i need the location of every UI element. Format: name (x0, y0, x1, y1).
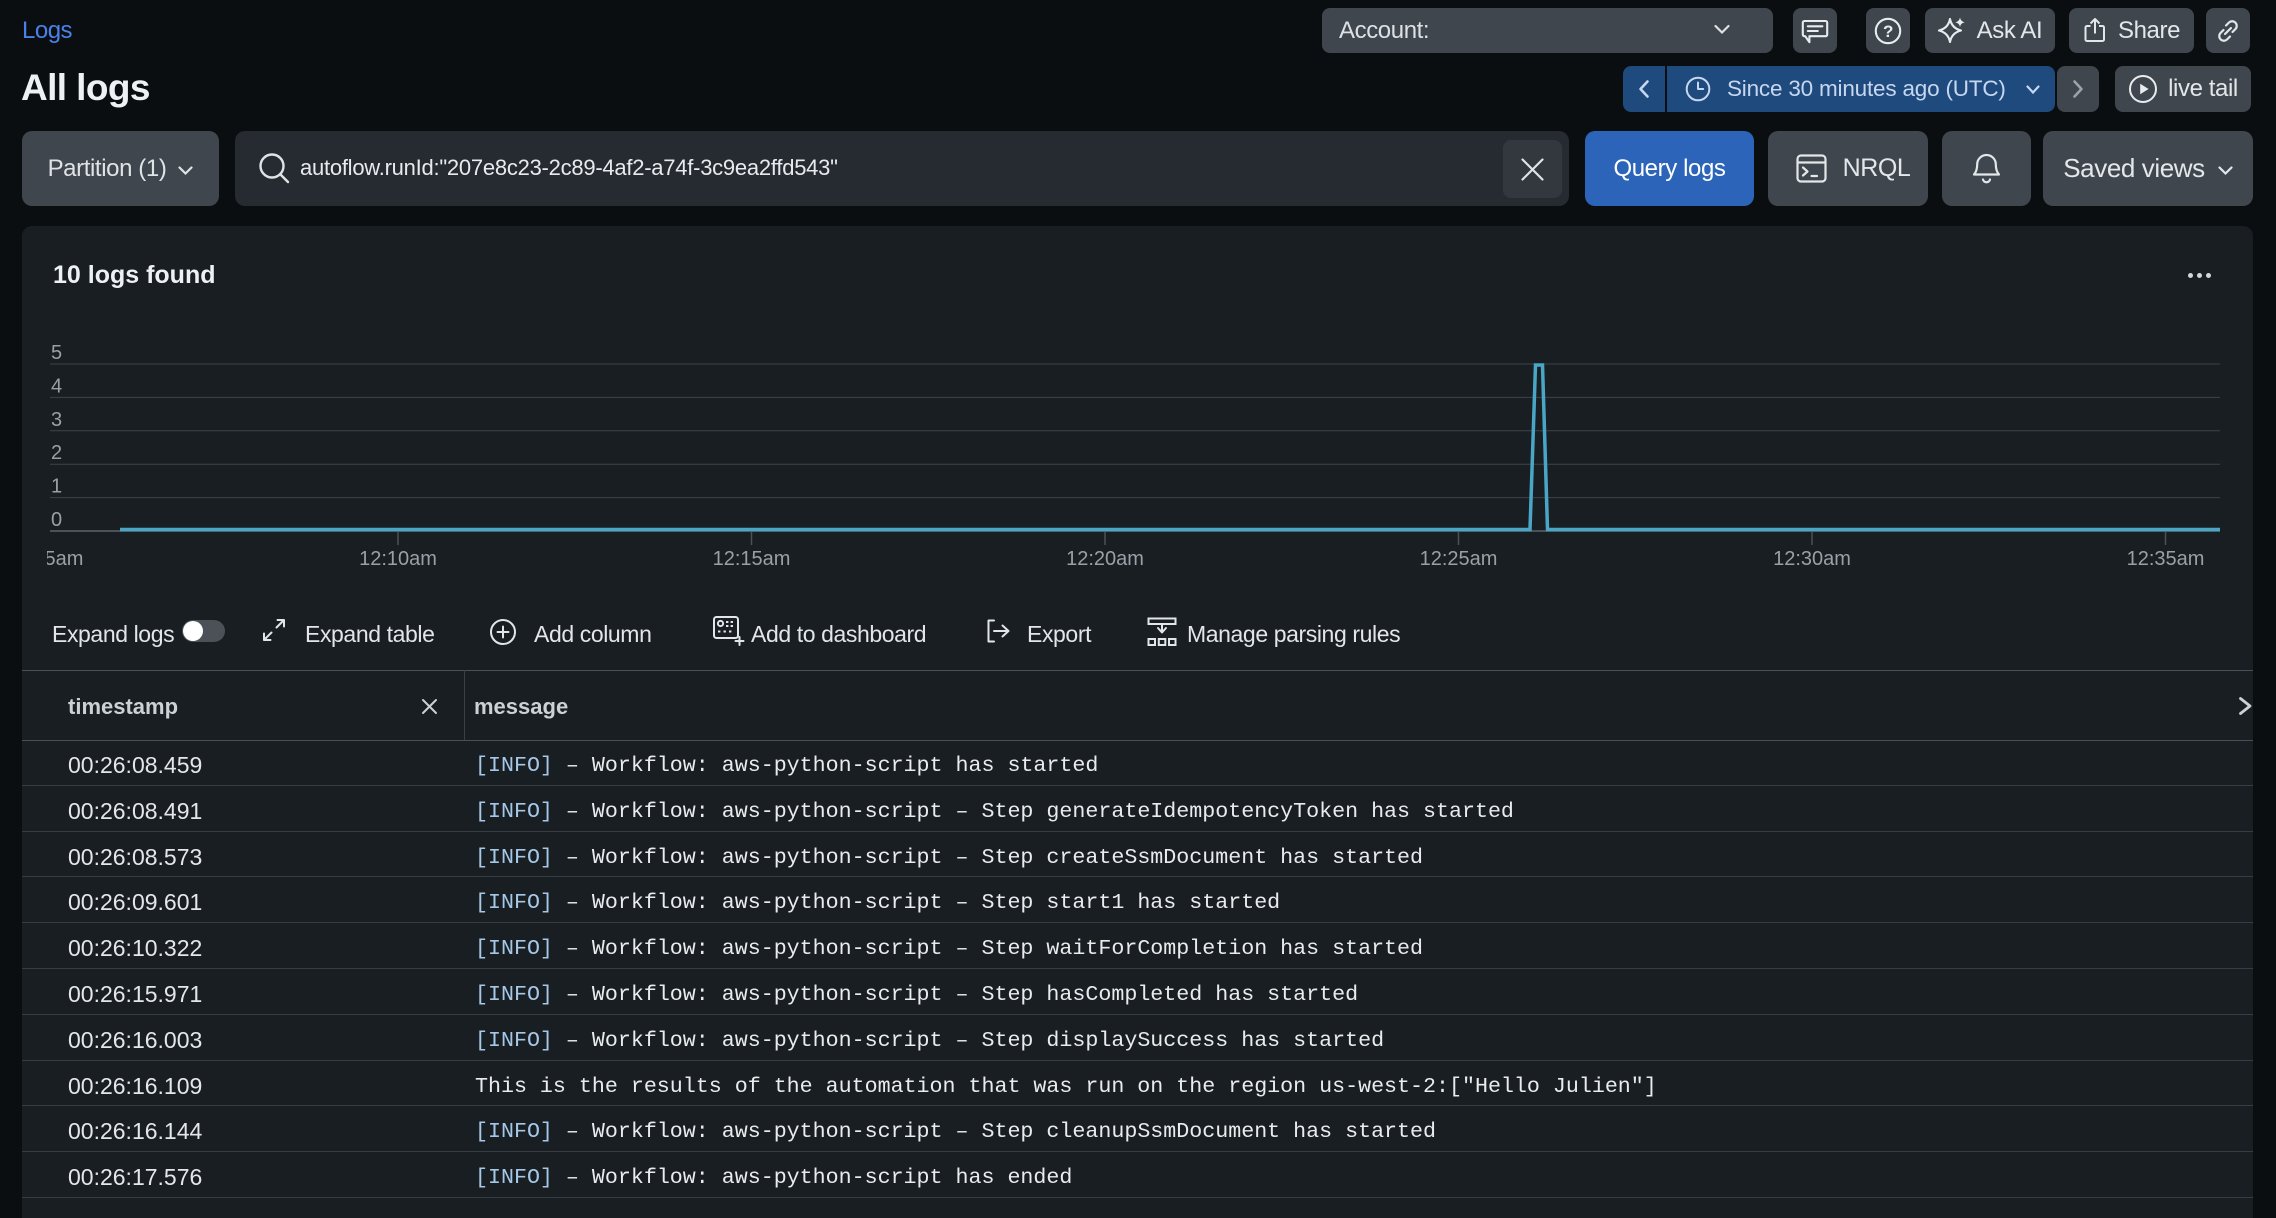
svg-text:3: 3 (51, 409, 62, 431)
svg-text:12:10am: 12:10am (359, 548, 437, 570)
svg-text:12:25am: 12:25am (1420, 548, 1498, 570)
svg-text:1: 1 (51, 476, 62, 498)
svg-text:2: 2 (51, 442, 62, 464)
svg-text:?: ? (1883, 22, 1893, 41)
svg-text:0: 0 (51, 509, 62, 531)
svg-text:12:15am: 12:15am (713, 548, 791, 570)
svg-text:12:35am: 12:35am (2127, 548, 2205, 570)
svg-text:5: 5 (51, 342, 62, 364)
svg-text:12:05am: 12:05am (22, 548, 83, 570)
svg-text:12:20am: 12:20am (1066, 548, 1144, 570)
svg-text:12:30am: 12:30am (1773, 548, 1851, 570)
svg-text:4: 4 (51, 375, 62, 397)
